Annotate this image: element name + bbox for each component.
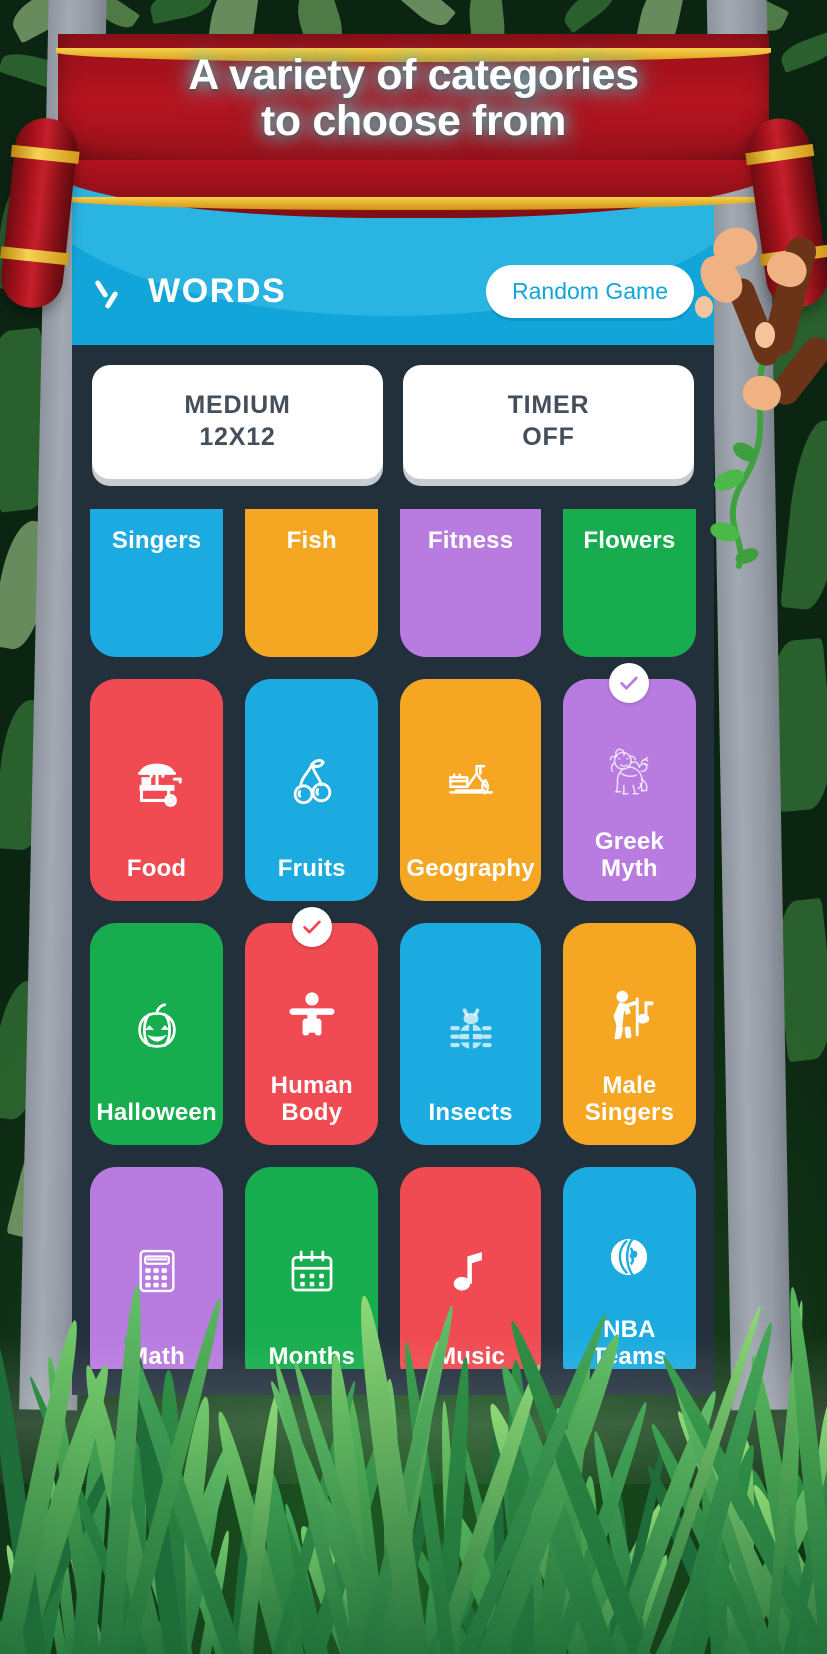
human-body-icon <box>251 953 372 1073</box>
category-card-singers[interactable]: Singers <box>90 509 223 657</box>
category-label: Insects <box>429 1100 513 1127</box>
leaf-decoration <box>398 0 456 32</box>
category-card-food[interactable]: Food <box>90 679 223 901</box>
category-card-fruits[interactable]: Fruits <box>245 679 378 901</box>
category-label: Flowers <box>583 528 675 555</box>
timer-button[interactable]: TIMER OFF <box>403 365 694 479</box>
category-card-flowers[interactable]: Flowers <box>563 509 696 657</box>
category-label: Food <box>127 856 186 883</box>
category-card-fish[interactable]: Fish <box>245 509 378 657</box>
leaf-decoration <box>633 0 686 61</box>
chimera-icon <box>569 709 690 829</box>
category-label: Music <box>436 1344 505 1369</box>
selected-check-icon <box>292 907 332 947</box>
cherries-icon <box>251 709 372 856</box>
category-label: Geography <box>406 856 535 883</box>
category-grid: Singers Fish Fitness Flowers Food Fruits Ge… <box>72 509 714 1369</box>
category-card-halloween[interactable]: Halloween <box>90 923 223 1145</box>
category-card-male-singers[interactable]: Male Singers <box>563 923 696 1145</box>
timer-label: TIMER <box>409 389 688 421</box>
category-label: Fish <box>287 528 337 555</box>
category-label: Fitness <box>428 528 513 555</box>
leaf-decoration <box>148 0 214 24</box>
food-cart-icon <box>96 709 217 856</box>
game-options-row: MEDIUM 12X12 TIMER OFF <box>72 345 714 479</box>
random-game-button[interactable]: Random Game <box>486 265 694 318</box>
vine-decoration <box>699 360 769 590</box>
category-card-fitness[interactable]: Fitness <box>400 509 541 657</box>
category-card-math[interactable]: Math <box>90 1167 223 1369</box>
category-label: Halloween <box>96 1100 217 1127</box>
leaf-decoration <box>466 0 508 64</box>
leaf-decoration <box>290 0 350 60</box>
leaf-decoration <box>778 31 827 73</box>
page-title: WORDS <box>148 272 286 311</box>
category-label: Months <box>268 1344 355 1369</box>
category-card-insects[interactable]: Insects <box>400 923 541 1145</box>
category-label: Singers <box>112 528 201 555</box>
leaf-decoration <box>204 0 261 79</box>
music-note-icon <box>406 1197 535 1344</box>
category-card-music[interactable]: Music <box>400 1167 541 1369</box>
leaf-decoration <box>0 178 46 292</box>
pumpkin-icon <box>96 953 217 1100</box>
calendar-icon <box>251 1197 372 1344</box>
calculator-icon <box>96 1197 217 1344</box>
timer-state: OFF <box>409 421 688 453</box>
selected-check-icon <box>609 663 649 703</box>
category-card-nba-teams[interactable]: NBA Teams <box>563 1167 696 1369</box>
leaf-decoration <box>559 0 622 33</box>
category-label: Fruits <box>278 856 346 883</box>
category-card-human-body[interactable]: Human Body <box>245 923 378 1145</box>
app-screen: WORDS Random Game MEDIUM 12X12 TIMER OFF… <box>72 150 714 1395</box>
back-arrow-icon[interactable] <box>92 274 126 308</box>
category-label: Human Body <box>271 1073 353 1127</box>
category-label: Math <box>128 1344 185 1369</box>
difficulty-label: MEDIUM <box>98 389 377 421</box>
male-singer-icon <box>569 953 690 1073</box>
category-card-geography[interactable]: Geography <box>400 679 541 901</box>
app-header-bar: WORDS Random Game <box>72 150 714 345</box>
basketball-icon <box>569 1197 690 1317</box>
category-card-greek-myth[interactable]: Greek Myth <box>563 679 696 901</box>
difficulty-size: 12X12 <box>98 421 377 453</box>
bug-icon <box>406 953 535 1100</box>
landscape-icon <box>406 709 535 856</box>
category-card-months[interactable]: Months <box>245 1167 378 1369</box>
difficulty-button[interactable]: MEDIUM 12X12 <box>92 365 383 479</box>
promo-screenshot: WORDS Random Game MEDIUM 12X12 TIMER OFF… <box>0 0 827 1654</box>
category-label: Greek Myth <box>595 829 664 883</box>
leaf-decoration <box>780 418 827 612</box>
category-label: NBA Teams <box>592 1317 667 1369</box>
category-grid-scroll[interactable]: Singers Fish Fitness Flowers Food Fruits Ge… <box>72 509 714 1369</box>
category-label: Male Singers <box>585 1073 674 1127</box>
